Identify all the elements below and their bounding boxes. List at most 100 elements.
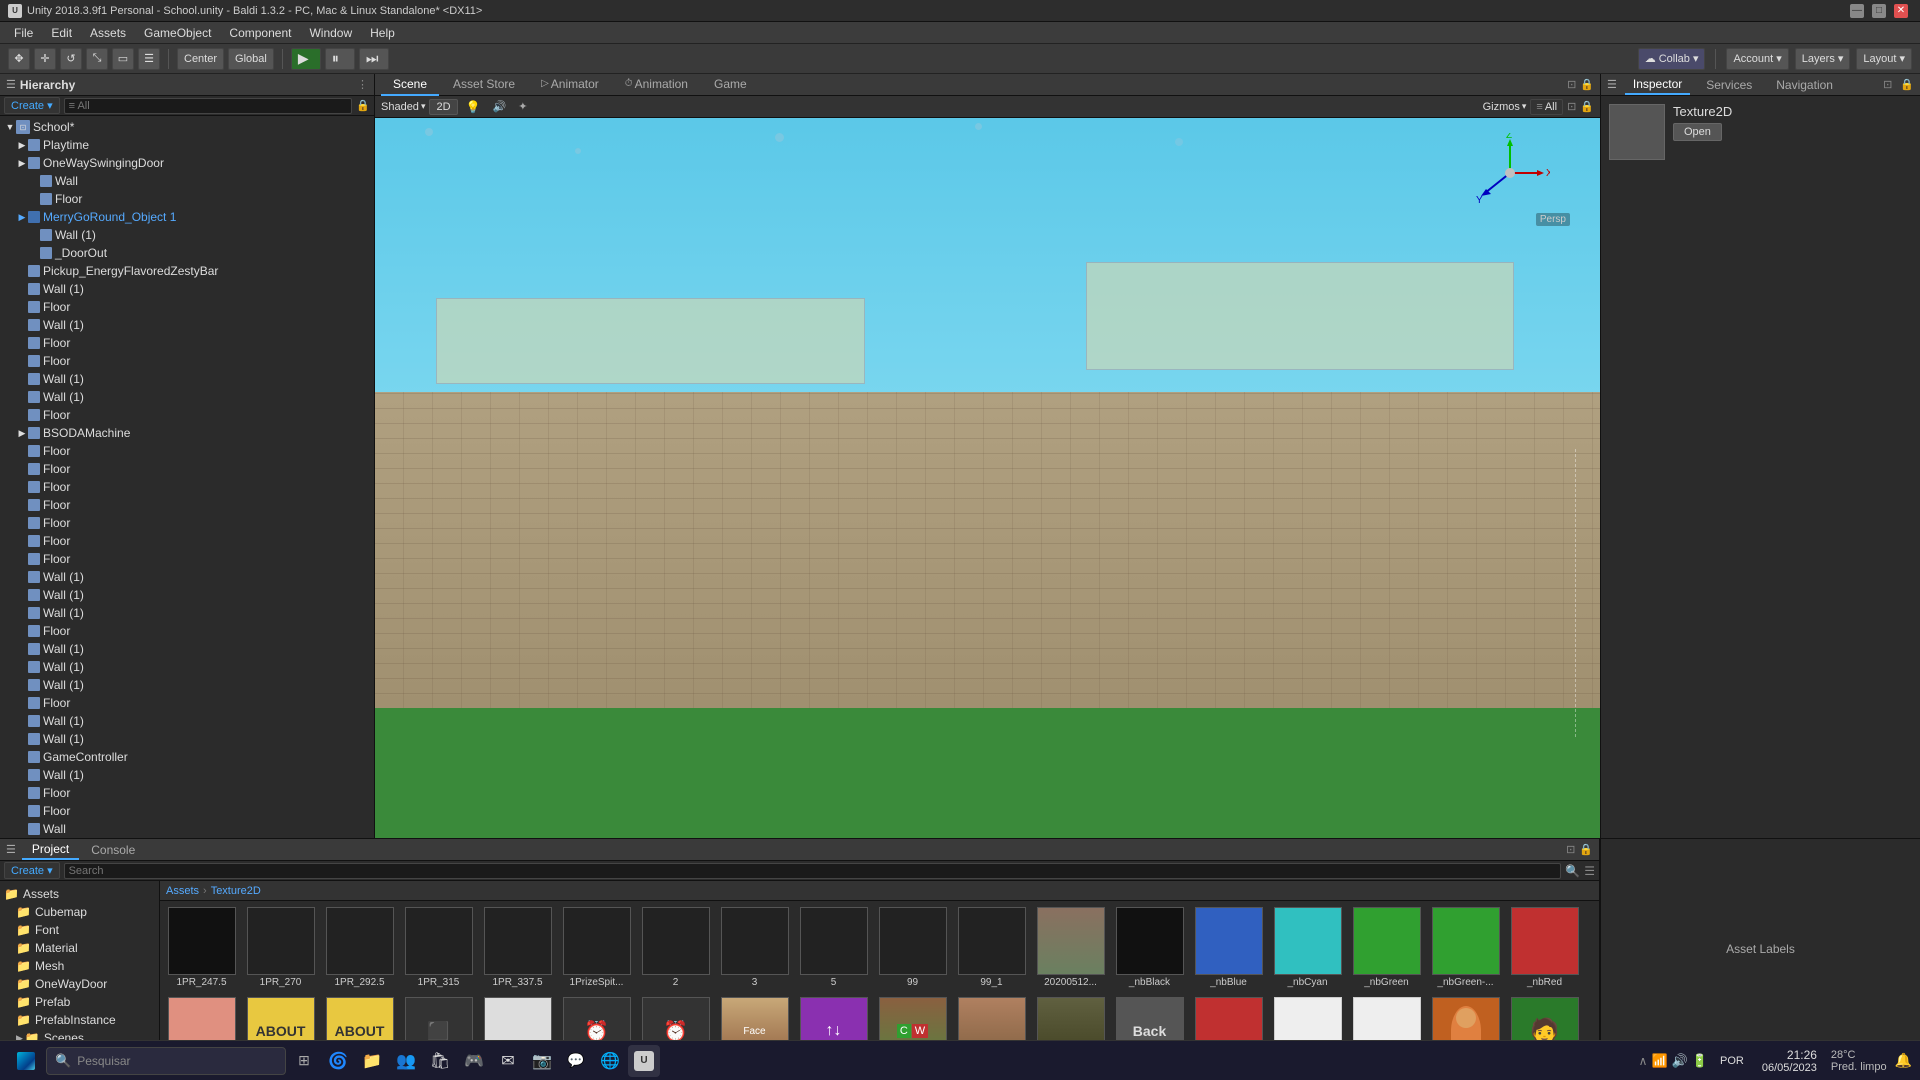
hierarchy-menu-icon[interactable]: ⋮: [357, 78, 368, 91]
asset-nbblack[interactable]: _nbBlack: [1112, 905, 1187, 991]
asset-2[interactable]: 2: [638, 905, 713, 991]
move-tool-btn[interactable]: ✛: [34, 48, 56, 70]
tree-font[interactable]: 📁Font: [0, 921, 159, 939]
gizmos-dropdown[interactable]: Gizmos ▾: [1483, 101, 1527, 113]
close-btn[interactable]: ✕: [1894, 4, 1908, 18]
h-bsoda[interactable]: ▶BSODAMachine: [0, 424, 374, 442]
minimize-btn[interactable]: —: [1850, 4, 1864, 18]
h-wall8[interactable]: Wall (1): [0, 586, 374, 604]
h-wall6[interactable]: Wall (1): [0, 388, 374, 406]
h-wall11[interactable]: Wall (1): [0, 658, 374, 676]
asset-nbcyan[interactable]: _nbCyan: [1270, 905, 1345, 991]
clock[interactable]: 21:26 06/05/2023: [1756, 1046, 1823, 1076]
pause-btn[interactable]: ⏸: [325, 48, 355, 70]
asset-99[interactable]: 99: [875, 905, 950, 991]
h-wall16[interactable]: Wall: [0, 820, 374, 838]
asset-1pr315[interactable]: 1PR_315: [401, 905, 476, 991]
tree-prefabinstance[interactable]: 📁PrefabInstance: [0, 1011, 159, 1029]
tree-assets-root[interactable]: 📁Assets: [0, 885, 159, 903]
search-all-btn[interactable]: ≡ All: [1530, 99, 1563, 115]
h-wall2[interactable]: Wall (1): [0, 226, 374, 244]
task-view-btn[interactable]: ⊞: [288, 1045, 320, 1077]
h-wall13[interactable]: Wall (1): [0, 712, 374, 730]
h-wall5[interactable]: Wall (1): [0, 370, 374, 388]
h-wall7[interactable]: Wall (1): [0, 568, 374, 586]
asset-1pr247[interactable]: 1PR_247.5: [164, 905, 239, 991]
collab-btn[interactable]: ☁ Collab ▾: [1638, 48, 1706, 70]
teams-icon[interactable]: 👥: [390, 1045, 422, 1077]
menu-file[interactable]: File: [6, 24, 41, 42]
start-btn[interactable]: [8, 1043, 44, 1079]
h-floor9[interactable]: Floor: [0, 496, 374, 514]
h-doorout[interactable]: _DoorOut: [0, 244, 374, 262]
h-floor6[interactable]: Floor: [0, 442, 374, 460]
h-gamecontroller[interactable]: GameController: [0, 748, 374, 766]
tab-navigation[interactable]: Navigation: [1768, 76, 1841, 94]
h-floor7[interactable]: Floor: [0, 460, 374, 478]
effects-icon[interactable]: ✦: [514, 99, 531, 114]
play-btn[interactable]: ▶: [291, 48, 321, 70]
scene-canvas[interactable]: Z X Y Persp: [375, 118, 1600, 838]
asset-nbgreen2[interactable]: _nbGreen-...: [1428, 905, 1503, 991]
asset-3[interactable]: 3: [717, 905, 792, 991]
project-search[interactable]: [64, 863, 1562, 879]
tray-arrow[interactable]: ∧: [1639, 1054, 1648, 1068]
path-assets[interactable]: Assets: [166, 885, 199, 897]
chrome-icon[interactable]: 🌐: [594, 1045, 626, 1077]
menu-edit[interactable]: Edit: [43, 24, 80, 42]
h-floor10[interactable]: Floor: [0, 514, 374, 532]
asset-about-lit[interactable]: ABOUT About_Lit...: [243, 995, 318, 1040]
asset-backarrow[interactable]: BackArrow...: [1191, 995, 1266, 1040]
notification-btn[interactable]: 🔔: [1895, 1052, 1912, 1069]
rect-tool-btn[interactable]: ▭: [112, 48, 134, 70]
tree-mesh[interactable]: 📁Mesh: [0, 957, 159, 975]
project-expand-icon[interactable]: ⊡: [1566, 843, 1575, 856]
menu-help[interactable]: Help: [362, 24, 403, 42]
h-wall4[interactable]: Wall (1): [0, 316, 374, 334]
asset-backunlit[interactable]: Back Back_Unlit...: [1112, 995, 1187, 1040]
light-icon[interactable]: 💡: [462, 99, 485, 115]
h-pickup[interactable]: Pickup_EnergyFlavoredZestyBar: [0, 262, 374, 280]
tree-onewaydoor[interactable]: 📁OneWayDoor: [0, 975, 159, 993]
h-floor14[interactable]: Floor: [0, 694, 374, 712]
h-floor8[interactable]: Floor: [0, 478, 374, 496]
menu-component[interactable]: Component: [221, 24, 299, 42]
scene-lock-icon[interactable]: 🔒: [1580, 78, 1594, 91]
project-create-btn[interactable]: Create ▾: [4, 862, 60, 879]
asset-nbgreen[interactable]: _nbGreen: [1349, 905, 1424, 991]
step-btn[interactable]: ⏭: [359, 48, 389, 70]
h-playtime[interactable]: ▶Playtime: [0, 136, 374, 154]
project-options-icon[interactable]: ☰: [1584, 864, 1595, 878]
weather-widget[interactable]: 28°C Pred. limpo: [1831, 1049, 1887, 1073]
taskbar-search[interactable]: 🔍 Pesquisar: [46, 1047, 286, 1075]
tree-material[interactable]: 📁Material: [0, 939, 159, 957]
asset-5[interactable]: 5: [796, 905, 871, 991]
tab-inspector[interactable]: Inspector: [1625, 75, 1690, 95]
tab-project[interactable]: Project: [22, 840, 79, 860]
h-wall1[interactable]: Wall: [0, 172, 374, 190]
mail-icon[interactable]: ✉: [492, 1045, 524, 1077]
hierarchy-search[interactable]: [64, 98, 353, 114]
language-indicator[interactable]: POR: [1716, 1053, 1748, 1069]
camera-icon[interactable]: 📷: [526, 1045, 558, 1077]
menu-window[interactable]: Window: [301, 24, 360, 42]
xbox-icon[interactable]: 🎮: [458, 1045, 490, 1077]
h-floor3[interactable]: Floor: [0, 334, 374, 352]
2d-toggle[interactable]: 2D: [429, 99, 457, 115]
shading-dropdown[interactable]: Shaded ▾: [381, 101, 425, 113]
tab-animator[interactable]: ▷Animator: [529, 74, 611, 96]
rotate-tool-btn[interactable]: ↺: [60, 48, 82, 70]
h-floor15[interactable]: Floor: [0, 784, 374, 802]
asset-background[interactable]: Background: [1270, 995, 1345, 1040]
asset-backlit[interactable]: Back_Lit-s...: [1033, 995, 1108, 1040]
asset-nbsalmon[interactable]: _nbSalmon: [164, 995, 239, 1040]
unity-taskbar-icon[interactable]: U: [628, 1045, 660, 1077]
h-onewaydoor[interactable]: ▶OneWaySwingingDoor: [0, 154, 374, 172]
h-merrygo[interactable]: ▶MerryGoRound_Object 1: [0, 208, 374, 226]
h-wall15[interactable]: Wall (1): [0, 766, 374, 784]
asset-about-uni[interactable]: ABOUT About_Uni...: [322, 995, 397, 1040]
tab-animation[interactable]: ⏱Animation: [613, 74, 700, 96]
asset-alarmcloc2[interactable]: ⏰ AlarmCloc...: [638, 995, 713, 1040]
h-floor11[interactable]: Floor: [0, 532, 374, 550]
store-icon[interactable]: 🛍: [424, 1045, 456, 1077]
